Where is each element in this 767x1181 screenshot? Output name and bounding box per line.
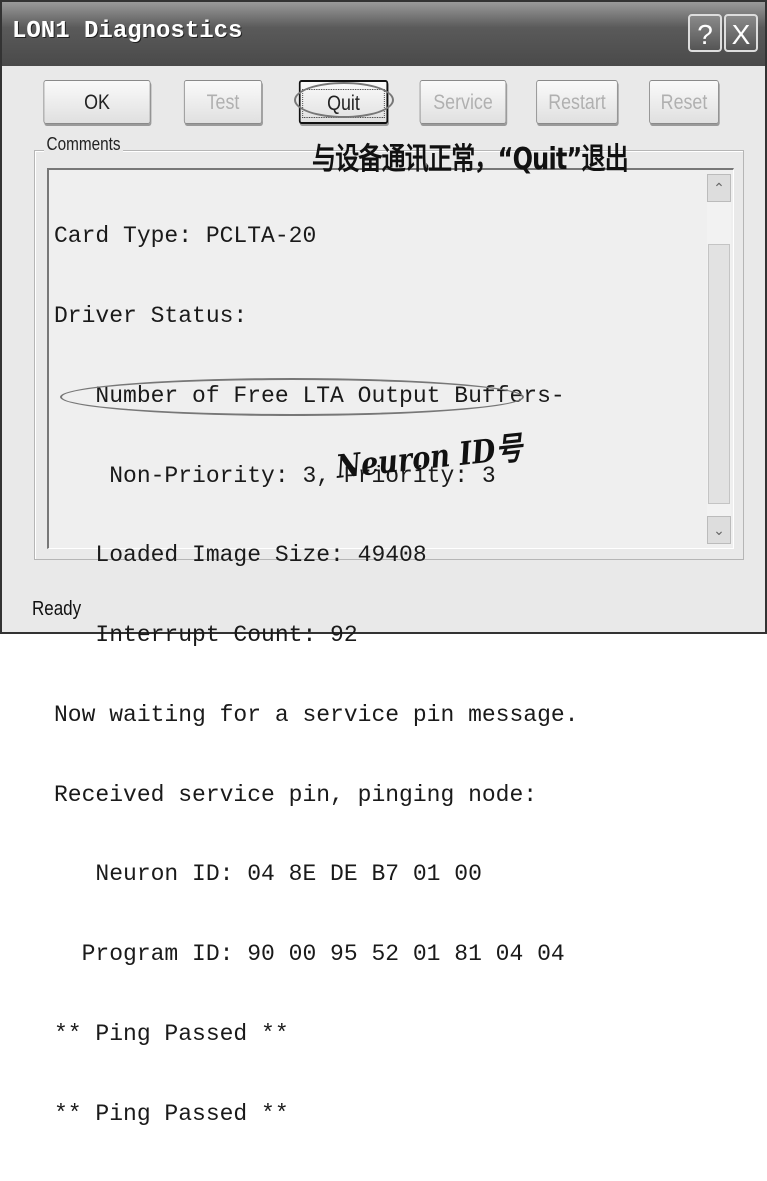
annotation-quit-note: 与设备通讯正常，“Quit”退出	[312, 142, 629, 177]
comment-line: Neuron ID: 04 8E DE B7 01 00	[54, 861, 482, 888]
reset-button[interactable]: Reset	[649, 80, 719, 124]
comment-line: Interrupt Count: 92	[54, 622, 358, 649]
comment-line: Loaded Image Size: 49408	[54, 542, 427, 569]
comment-line: Now waiting for a service pin message.	[54, 701, 579, 728]
comment-line: ** Ping Passed **	[54, 1100, 289, 1127]
vertical-scrollbar[interactable]: ⌃ ⌄	[707, 174, 731, 544]
comment-line: Program ID: 90 00 95 52 01 81 04 04	[54, 941, 565, 968]
service-button[interactable]: Service	[419, 80, 507, 124]
service-label: Service	[433, 91, 493, 114]
comment-line: ** Ping Passed **	[54, 1021, 289, 1047]
restart-button[interactable]: Restart	[536, 80, 618, 124]
title-bar[interactable]: LON1 Diagnostics ? X	[2, 2, 765, 66]
test-label: Test	[206, 91, 240, 114]
comment-line: Driver Status:	[54, 302, 248, 329]
comments-lines: Card Type: PCLTA-20 Driver Status: Numbe…	[54, 170, 579, 1181]
status-bar-text: Ready	[32, 598, 82, 620]
scroll-down-icon[interactable]: ⌄	[707, 516, 731, 544]
close-button[interactable]: X	[724, 14, 758, 52]
comments-textarea[interactable]: Card Type: PCLTA-20 Driver Status: Numbe…	[47, 168, 734, 1127]
help-button[interactable]: ?	[688, 14, 722, 52]
window-title: LON1 Diagnostics	[12, 18, 243, 45]
test-button[interactable]: Test	[183, 80, 263, 124]
dialog-window: LON1 Diagnostics ? X OK Test Quit Servic…	[0, 0, 767, 1127]
ok-button[interactable]: OK	[43, 80, 151, 124]
scroll-up-icon[interactable]: ⌃	[707, 174, 731, 202]
reset-label: Reset	[660, 91, 708, 114]
ok-label: OK	[84, 91, 110, 114]
scrollbar-thumb[interactable]	[708, 244, 730, 504]
comment-line: Card Type: PCLTA-20	[54, 223, 317, 250]
restart-label: Restart	[548, 91, 606, 114]
annotation-ellipse-neuron	[60, 378, 524, 416]
annotation-ellipse-quit	[294, 82, 394, 118]
comments-label: Comments	[44, 134, 124, 155]
comment-line: Received service pin, pinging node:	[54, 781, 538, 808]
